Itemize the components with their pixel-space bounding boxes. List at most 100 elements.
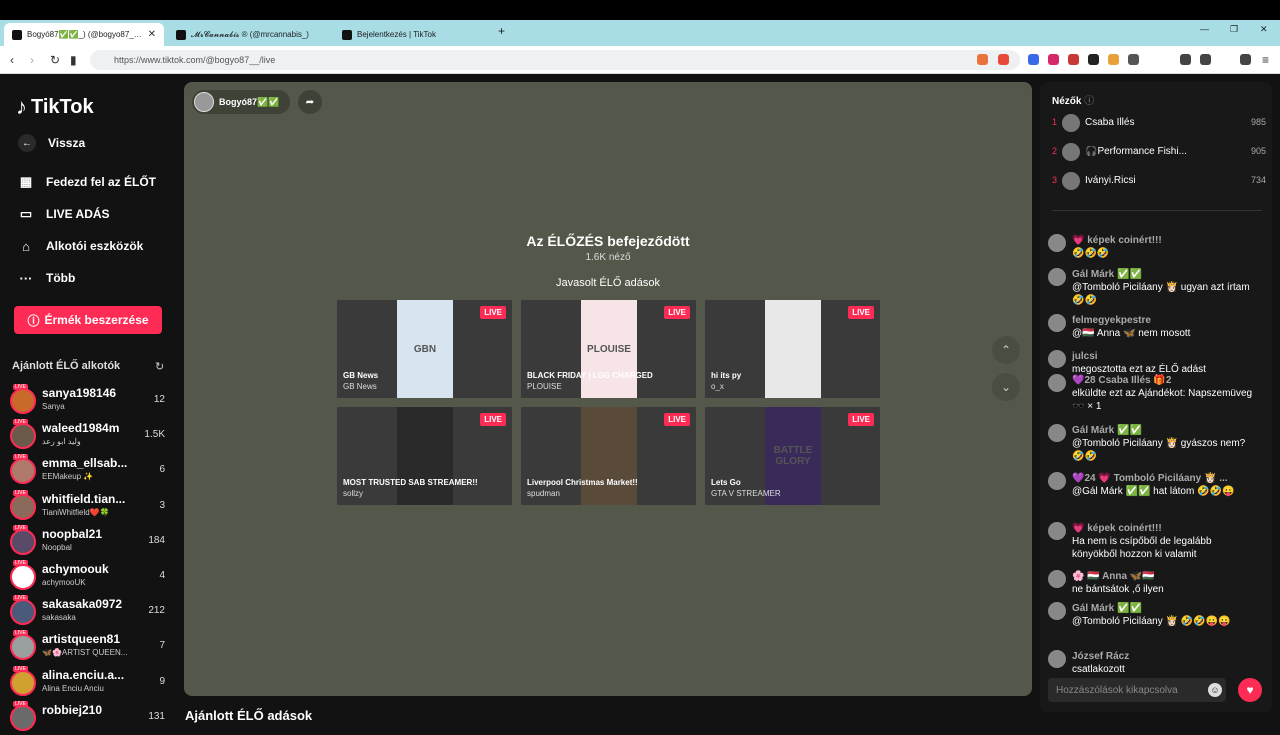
- back-link[interactable]: ← Vissza: [18, 134, 85, 152]
- brave-shield-icon[interactable]: [977, 54, 988, 65]
- host-badge[interactable]: Bogyó87✅✅: [192, 90, 290, 114]
- close-window-icon[interactable]: ✕: [1260, 24, 1268, 35]
- minimize-icon[interactable]: —: [1200, 24, 1209, 34]
- creator-name: achymoouk: [42, 562, 109, 576]
- reload-icon[interactable]: ↻: [50, 53, 60, 67]
- chat-author[interactable]: 💗 képek coinért!!!: [1072, 523, 1162, 534]
- top-viewer-row[interactable]: 1 Csaba Illés 985: [1052, 112, 1266, 134]
- chat-avatar[interactable]: [1048, 234, 1066, 252]
- recommended-creators-heading: Ajánlott ÉLŐ alkotók: [12, 360, 121, 372]
- back-icon[interactable]: ‹: [10, 53, 14, 67]
- creator-name: emma_ellsab...: [42, 456, 128, 471]
- extensions-menu-icon[interactable]: [1128, 54, 1139, 65]
- refresh-icon[interactable]: ↻: [155, 360, 164, 373]
- tiktok-logo[interactable]: ♪ TikTok: [16, 94, 94, 120]
- suggested-live-card[interactable]: LIVE hi its py o_x: [705, 300, 880, 398]
- chat-avatar[interactable]: [1048, 650, 1066, 668]
- extension-icon[interactable]: [1108, 54, 1119, 65]
- get-coins-button[interactable]: ⓘ Érmék beszerzése: [14, 306, 162, 334]
- creator-avatar: [10, 528, 36, 555]
- chat-avatar[interactable]: [1048, 268, 1066, 286]
- browser-tab-1[interactable]: Bogyó87✅✅_) (@bogyo87_) É ✕: [4, 23, 164, 46]
- creator-avatar: [10, 634, 36, 661]
- info-icon[interactable]: ⓘ: [1084, 96, 1094, 107]
- share-icon[interactable]: ➦: [298, 90, 322, 114]
- browser-tab-2[interactable]: 𝓜𝓻𝓒𝓪𝓷𝓷𝓪𝓫𝓲𝓼 ® (@mrcannabis_): [168, 23, 330, 46]
- suggested-live-card[interactable]: LIVE MOST TRUSTED SAB STREAMER!! sollzy: [337, 407, 512, 505]
- nav-live-studio[interactable]: ▭ LIVE ADÁS: [18, 206, 110, 222]
- browser-tab-3[interactable]: Bejelentkezés | TikTok: [334, 23, 494, 46]
- viewer-score: 985: [1250, 117, 1266, 127]
- creator-item[interactable]: LIVE artistqueen81 🦋🌸ARTIST QUEEN... 7: [10, 630, 170, 664]
- chat-author[interactable]: Gál Márk ✅✅: [1072, 603, 1142, 614]
- restore-icon[interactable]: ❐: [1230, 24, 1238, 35]
- vpn-icon[interactable]: [1240, 54, 1251, 65]
- extension-icon[interactable]: [1088, 54, 1099, 65]
- chat-avatar[interactable]: [1048, 424, 1066, 442]
- creator-item[interactable]: LIVE achymoouk achymooUK 4: [10, 560, 170, 594]
- chat-avatar[interactable]: [1048, 472, 1066, 490]
- chat-avatar[interactable]: [1048, 602, 1066, 620]
- chat-author[interactable]: julcsi: [1072, 351, 1098, 362]
- scroll-up-arrow-icon[interactable]: ⌃: [992, 336, 1020, 364]
- chat-body: felmegyekpestre @🇭🇺 Anna 🦋 nem mosott: [1072, 314, 1258, 340]
- chat-avatar[interactable]: [1048, 374, 1066, 392]
- top-viewer-row[interactable]: 2 🎧Performance Fishi... 905: [1052, 141, 1266, 163]
- creator-item[interactable]: LIVE alina.enciu.a... Alina Enciu Anciu 9: [10, 665, 170, 700]
- bookmark-icon[interactable]: ▮: [70, 53, 77, 67]
- nav-explore-live[interactable]: ▦ Fedezd fel az ÉLŐT: [18, 174, 156, 190]
- creator-item[interactable]: LIVE waleed1984m وليد ابو رعد 1.5K: [10, 419, 170, 453]
- chat-avatar[interactable]: [1048, 350, 1066, 368]
- creator-item[interactable]: LIVE noopbal21 Noopbal 184: [10, 524, 170, 559]
- creator-name: robbiej210: [42, 702, 103, 717]
- menu-icon[interactable]: ≡: [1262, 53, 1269, 67]
- sidebar-toggle-icon[interactable]: [1180, 54, 1191, 65]
- suggested-live-card[interactable]: BATTLE GLORY LIVE Lets Go GTA V STREAMER: [705, 407, 880, 505]
- suggested-live-card[interactable]: LIVE Liverpool Christmas Market!! spudman: [521, 407, 696, 505]
- suggested-live-card[interactable]: PLOUISE LIVE BLACK FRIDAY | LGG CHARGED PLO…: [521, 300, 696, 398]
- chat-author[interactable]: 💜24 💗 Tomboló Piciláany 👸🏻 ...: [1072, 473, 1228, 484]
- scroll-down-arrow-icon[interactable]: ⌄: [992, 373, 1020, 401]
- nav-creator-tools[interactable]: ⌂ Alkotói eszközök: [18, 238, 143, 254]
- viewers-heading: Nézők ⓘ: [1052, 92, 1094, 107]
- comment-input[interactable]: Hozzászólások kikapcsolva: [1048, 678, 1226, 702]
- emoji-icon[interactable]: ☺: [1208, 683, 1222, 697]
- tab-label: 𝓜𝓻𝓒𝓪𝓷𝓷𝓪𝓫𝓲𝓼 ® (@mrcannabis_): [191, 29, 309, 39]
- like-heart-icon[interactable]: ♥: [1238, 678, 1262, 702]
- suggested-live-card[interactable]: GBN LIVE GB News GB News: [337, 300, 512, 398]
- chat-author[interactable]: 💜28 Csaba Illés 🎁2: [1072, 375, 1171, 386]
- nav-more[interactable]: ··· Több: [18, 270, 76, 286]
- chat-author[interactable]: Gál Márk ✅✅: [1072, 425, 1142, 436]
- extension-icon[interactable]: [1028, 54, 1039, 65]
- extension-icon[interactable]: [1048, 54, 1059, 65]
- creator-item[interactable]: LIVE emma_ellsab... EEMakeup ✨ 6: [10, 454, 170, 488]
- chat-message: 💗 képek coinért!!! 🤣🤣🤣: [1048, 234, 1258, 260]
- creator-item[interactable]: LIVE sanya198146 Sanya 12: [10, 384, 170, 418]
- extension-icon[interactable]: [1068, 54, 1079, 65]
- chat-author[interactable]: felmegyekpestre: [1072, 315, 1151, 326]
- chat-avatar[interactable]: [1048, 314, 1066, 332]
- creator-viewer-count: 9: [159, 675, 165, 687]
- wallet-icon[interactable]: [1200, 54, 1211, 65]
- nav-label: Fedezd fel az ÉLŐT: [46, 175, 157, 189]
- url-field[interactable]: https://www.tiktok.com/@bogyo87__/live: [90, 50, 1020, 70]
- top-viewer-row[interactable]: 3 Iványi.Ricsi 734: [1052, 170, 1266, 192]
- creator-item[interactable]: LIVE whitfield.tian... TianiWhitfield❤️🍀 3: [10, 489, 170, 524]
- chat-author[interactable]: Gál Márk ✅✅: [1072, 269, 1142, 280]
- tiktok-note-icon: ♪: [16, 94, 27, 119]
- chat-author[interactable]: József Rácz: [1072, 651, 1129, 662]
- chat-avatar[interactable]: [1048, 570, 1066, 588]
- chat-author[interactable]: 💗 képek coinért!!!: [1072, 235, 1162, 246]
- creator-viewer-count: 4: [159, 570, 165, 581]
- forward-icon[interactable]: ›: [30, 53, 34, 67]
- chat-text: @Tomboló Piciláany 👸🏻 ugyan azt írtam 🤣🤣: [1072, 282, 1250, 306]
- brave-rewards-icon[interactable]: [998, 54, 1009, 65]
- new-tab-icon[interactable]: +: [498, 24, 505, 38]
- creator-name: alina.enciu.a...: [42, 667, 125, 682]
- close-tab-icon[interactable]: ✕: [148, 29, 156, 40]
- chat-body: Gál Márk ✅✅ @Tomboló Piciláany 👸🏻 gyászos…: [1072, 424, 1258, 463]
- chat-author[interactable]: 🌸 🇭🇺 Anna 🦋🇭🇺: [1072, 571, 1155, 582]
- creator-item[interactable]: LIVE sakasaka0972 sakasaka 212: [10, 595, 170, 629]
- creator-item[interactable]: LIVE robbiej210 131: [10, 700, 170, 735]
- chat-avatar[interactable]: [1048, 522, 1066, 540]
